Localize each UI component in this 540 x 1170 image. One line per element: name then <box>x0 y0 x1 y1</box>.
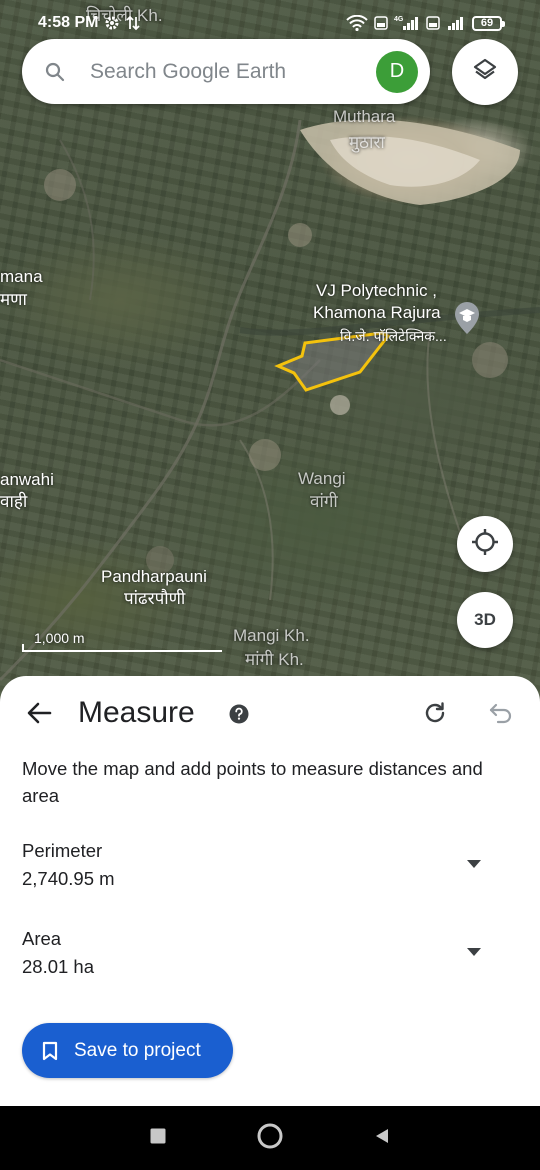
volte-icon <box>374 16 388 30</box>
battery-level: 69 <box>480 17 494 29</box>
triangle-back-icon <box>372 1126 392 1150</box>
scale-label: 1,000 m <box>34 630 85 646</box>
network-type-label: 4G <box>394 16 404 23</box>
back-arrow-icon <box>26 701 52 730</box>
area-label: Area <box>22 928 62 949</box>
map-label-wanwahi-hindi: वाही <box>0 492 28 511</box>
school-pin-icon <box>455 302 479 334</box>
battery-icon: 69 <box>472 15 505 31</box>
map-label-wangi-hindi: वांगी <box>310 492 338 511</box>
home-circle-icon <box>256 1122 284 1154</box>
avatar[interactable]: D <box>376 50 418 93</box>
map-label-polytechnic-hindi[interactable]: वि.जे. पॉलिटेक्निक... <box>340 326 447 346</box>
3d-toggle-button[interactable]: 3D <box>457 592 513 648</box>
undo-icon <box>488 701 514 730</box>
map-label-khamona-hindi: मणा <box>0 290 27 309</box>
save-to-project-label: Save to project <box>74 1039 201 1061</box>
search-bar[interactable]: Search Google Earth D <box>22 39 430 104</box>
page-title: Measure <box>78 696 195 729</box>
layers-button[interactable] <box>452 39 518 105</box>
perimeter-label: Perimeter <box>22 840 103 861</box>
measure-sheet: Measure Move the map and add points to m… <box>0 676 540 1106</box>
area-dropdown-icon[interactable] <box>466 944 482 956</box>
system-back-button[interactable] <box>368 1124 396 1152</box>
map-label-muthara: Muthara <box>333 107 396 126</box>
measure-header: Measure <box>0 676 540 752</box>
map-label-khamona: mana <box>0 267 43 286</box>
undo-button[interactable] <box>486 700 516 730</box>
save-to-project-button[interactable]: Save to project <box>22 1023 233 1078</box>
square-icon <box>149 1127 167 1149</box>
system-nav-bar <box>0 1106 540 1170</box>
area-value: 28.01 ha <box>22 956 95 977</box>
perimeter-dropdown-icon[interactable] <box>466 856 482 868</box>
reset-button[interactable] <box>420 700 450 730</box>
map-label-mangi-hindi: मांगी Kh. <box>245 650 304 669</box>
perimeter-value: 2,740.95 m <box>22 868 115 889</box>
back-button[interactable] <box>24 700 54 730</box>
settings-gear-icon <box>104 15 120 31</box>
measure-instructions: Move the map and add points to measure d… <box>22 758 483 806</box>
area-row[interactable]: Area 28.01 ha <box>22 928 522 988</box>
map-label-pandharpauni-hindi: पांढरपौणी <box>124 589 186 608</box>
map-label-wanwahi: anwahi <box>0 470 54 489</box>
map-label-pandharpauni: Pandharpauni <box>101 567 207 586</box>
volte-icon-2 <box>426 16 440 30</box>
map-label-muthara-hindi: मुठारा <box>349 133 385 152</box>
map-label-wangi: Wangi <box>298 469 346 488</box>
my-location-icon <box>470 527 500 562</box>
refresh-icon <box>422 700 448 731</box>
map-label-mangi: Mangi Kh. <box>233 626 310 645</box>
home-button[interactable] <box>256 1122 284 1154</box>
wifi-icon <box>346 15 368 31</box>
search-input[interactable]: Search Google Earth <box>90 60 376 84</box>
my-location-button[interactable] <box>457 516 513 572</box>
layers-icon <box>472 57 498 87</box>
map-label-polytechnic[interactable]: VJ Polytechnic , <box>316 281 437 301</box>
perimeter-row[interactable]: Perimeter 2,740.95 m <box>22 840 522 900</box>
status-time: 4:58 PM <box>38 14 99 31</box>
data-sync-icon <box>126 15 141 31</box>
map-scale-bar: 1,000 m <box>22 630 222 652</box>
help-icon[interactable] <box>229 704 249 724</box>
map-label-polytechnic-line2[interactable]: Khamona Rajura <box>313 303 441 323</box>
bookmark-icon <box>42 1041 58 1061</box>
signal-icon-2 <box>446 15 466 31</box>
recents-button[interactable] <box>144 1124 172 1152</box>
search-icon <box>44 61 66 83</box>
signal-icon: 4G <box>394 15 420 31</box>
